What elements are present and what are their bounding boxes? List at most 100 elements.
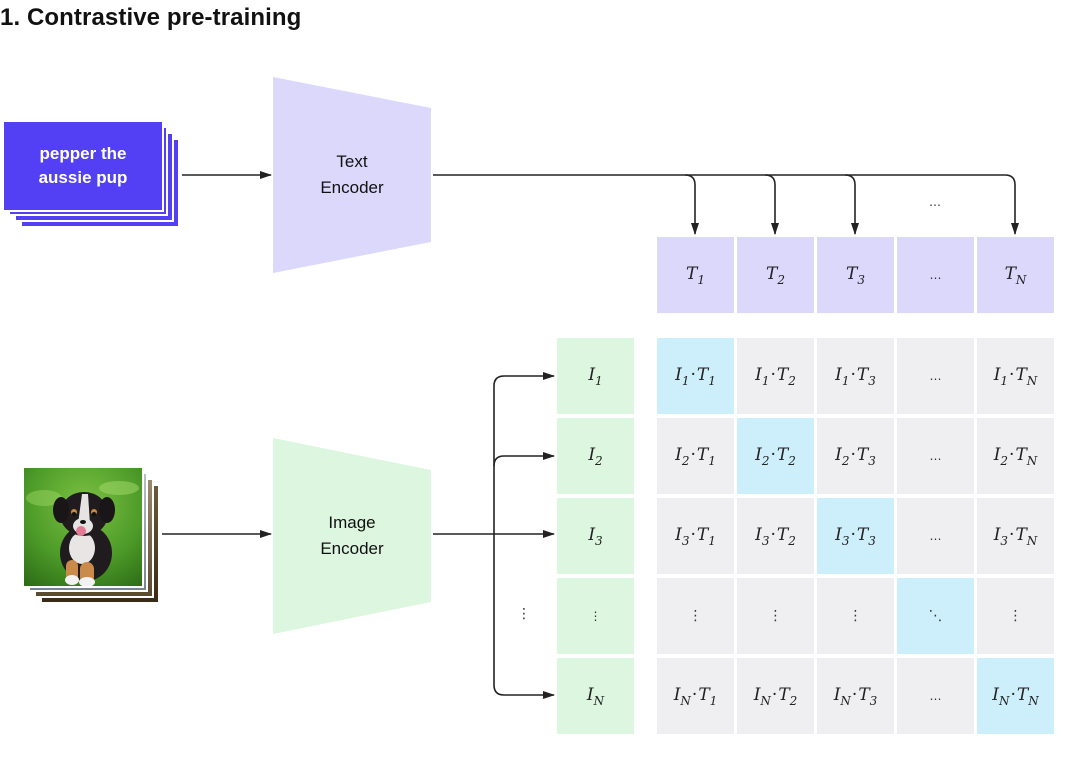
text-encoder-label: Text Encoder (273, 149, 431, 201)
dot-product-label: I1·T2 (755, 365, 796, 388)
matrix-cell: ⋮ (977, 578, 1054, 654)
text-term-base: T (856, 364, 869, 385)
dot-product-label: I2·T3 (835, 445, 876, 468)
dot-product-label: IN·T2 (754, 685, 798, 708)
matrix-cell: … (897, 338, 974, 414)
image-term-subscript: 3 (841, 533, 850, 548)
text-term-subscript: 2 (789, 693, 798, 708)
text-term-subscript: N (1028, 693, 1039, 708)
image-term: I2 (835, 445, 850, 468)
image-term-base: I (675, 524, 682, 545)
text-encoder-label-line1: Text (336, 152, 368, 171)
text-term-base: T (776, 524, 789, 545)
matrix-cell: I2·T1 (657, 418, 734, 494)
image-term-subscript: 1 (761, 373, 770, 388)
matrix-cell-diagonal: I3·T3 (817, 498, 894, 574)
image-term-subscript: N (998, 693, 1010, 708)
dot-product-label: I3·T2 (755, 525, 796, 548)
text-embedding-label-base: T (1004, 263, 1016, 284)
image-term-subscript: 2 (681, 453, 690, 468)
dot-product-label: IN·TN (992, 685, 1038, 708)
matrix-cell: I3·T2 (737, 498, 814, 574)
image-encoder-label-line1: Image (328, 513, 376, 532)
image-term-base: I (835, 524, 842, 545)
matrix-cell: ⋮ (737, 578, 814, 654)
text-term-subscript: 3 (869, 693, 878, 708)
matrix-cell: … (897, 658, 974, 734)
text-encoder-label-line2: Encoder (320, 178, 384, 197)
text-term-base: T (698, 684, 710, 705)
text-term-base: T (778, 684, 790, 705)
dot-operator: · (690, 364, 696, 385)
matrix-cell: IN·T2 (737, 658, 814, 734)
text-term-base: T (776, 364, 789, 385)
dot-operator: · (850, 524, 856, 545)
image-term-subscript: 1 (841, 373, 850, 388)
image-term-subscript: 2 (761, 453, 770, 468)
arrow-to-t2 (764, 174, 779, 235)
text-term-base: T (696, 444, 709, 465)
dot-operator: · (770, 524, 776, 545)
image-embedding-label: IN (587, 685, 604, 708)
dot-product-label: IN·T3 (834, 685, 878, 708)
image-embedding-cell: I3 (557, 498, 634, 574)
matrix-cell-diagonal: ⋱ (897, 578, 974, 654)
text-term-subscript: N (1026, 533, 1038, 548)
image-term-subscript: 3 (1000, 533, 1009, 548)
image-term: I3 (755, 525, 770, 548)
image-term-subscript: N (840, 693, 851, 708)
dot-operator: · (1009, 524, 1015, 545)
image-term-base: I (675, 364, 682, 385)
dot-operator: · (850, 444, 856, 465)
dot-operator: · (1009, 444, 1015, 465)
dot-product-label: I2·T1 (675, 445, 716, 468)
image-term-subscript: 2 (1000, 453, 1009, 468)
text-embedding-label-subscript: N (1015, 272, 1027, 287)
image-term: I1 (835, 364, 850, 388)
text-term-subscript: N (1026, 453, 1038, 468)
text-term: T2 (776, 444, 796, 468)
text-embedding-label: TN (1005, 264, 1027, 287)
text-term-base: T (696, 524, 709, 545)
image-encoder-label-line2: Encoder (320, 539, 384, 558)
image-term: I3 (835, 524, 850, 548)
image-term-subscript: 3 (681, 533, 690, 548)
text-embedding-cell: T1 (657, 237, 734, 313)
image-term-subscript: 1 (1000, 373, 1009, 388)
image-term-base: I (755, 364, 762, 385)
image-term: I1 (675, 364, 689, 388)
text-embedding-label-base: T (686, 263, 698, 284)
matrix-cell: … (897, 418, 974, 494)
dot-product-label: I2·T2 (755, 445, 796, 468)
text-embedding-label-subscript: 2 (777, 272, 785, 287)
dot-product-label: I2·TN (994, 445, 1038, 468)
matrix-cell: I3·TN (977, 498, 1054, 574)
dot-operator: · (690, 444, 696, 465)
image-term-subscript: 2 (841, 453, 850, 468)
text-term-subscript: 1 (708, 453, 716, 468)
matrix-cell: IN·T1 (657, 658, 734, 734)
text-term-subscript: 2 (788, 453, 796, 468)
image-term-base: I (992, 684, 999, 705)
dot-product-label: I3·T1 (675, 525, 716, 548)
text-term-base: T (1015, 444, 1027, 465)
matrix-cell: ⋮ (817, 578, 894, 654)
image-embedding-cell: ⋮ (557, 578, 634, 654)
matrix-cell-diagonal: I1·T1 (657, 338, 734, 414)
text-term: TN (1015, 524, 1038, 548)
text-term-base: T (776, 444, 789, 465)
text-arrows-ellipsis: … (929, 195, 941, 209)
text-term: TN (1015, 365, 1037, 388)
text-term-subscript: 2 (788, 373, 796, 388)
text-term: T2 (778, 684, 798, 708)
text-term-base: T (1015, 524, 1027, 545)
arrow-to-t1 (684, 174, 699, 235)
text-term: T2 (776, 524, 796, 548)
text-term: T3 (857, 445, 876, 468)
dot-product-label: I3·TN (994, 525, 1038, 548)
image-term: I1 (994, 365, 1009, 388)
dot-operator: · (691, 684, 698, 705)
image-term-subscript: 3 (761, 533, 770, 548)
dot-operator: · (690, 524, 696, 545)
image-term-base: I (835, 364, 842, 385)
